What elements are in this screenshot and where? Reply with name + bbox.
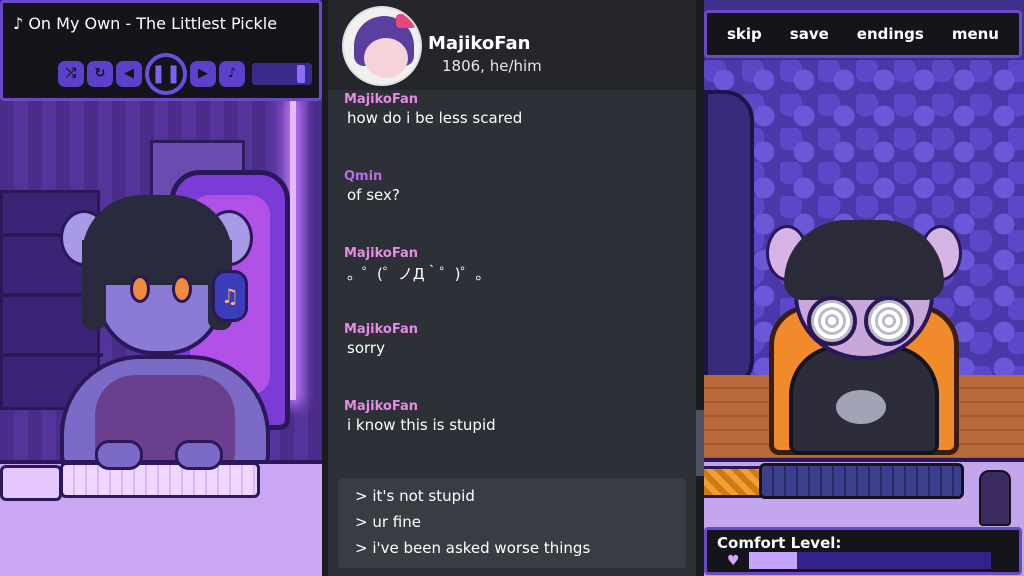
song-title: On My Own - The Littlest Pickle bbox=[28, 14, 278, 33]
shuffle-icon[interactable]: ⤮ bbox=[58, 61, 84, 87]
message-author: Qmin bbox=[344, 169, 383, 184]
skip-button[interactable]: skip bbox=[727, 25, 762, 43]
comfort-bar-fill bbox=[749, 552, 798, 569]
headphones-music-icon: ♫ bbox=[212, 270, 248, 322]
keyboard bbox=[60, 462, 260, 498]
mousepad bbox=[0, 465, 62, 501]
next-icon[interactable]: ▶ bbox=[190, 61, 216, 87]
character-hand-right bbox=[175, 440, 223, 470]
avatar bbox=[342, 6, 422, 86]
spiral-glasses-left bbox=[807, 296, 857, 346]
message-author: MajikoFan bbox=[344, 246, 418, 261]
neon-light bbox=[290, 100, 296, 400]
message-author: MajikoFan bbox=[344, 322, 418, 337]
volume-slider[interactable] bbox=[252, 63, 312, 85]
character-eye-left bbox=[130, 275, 150, 303]
mousepad bbox=[704, 466, 764, 498]
contact-info: 1806, he/him bbox=[442, 57, 542, 75]
chat-header: MajikoFan 1806, he/him bbox=[328, 0, 696, 90]
dialogue-choices: > it's not stupid > ur fine > i've been … bbox=[338, 478, 686, 568]
volume-icon[interactable]: ♪ bbox=[219, 61, 245, 87]
shirt-logo bbox=[836, 390, 886, 424]
message-author: MajikoFan bbox=[344, 399, 418, 414]
game-menu-bar: skip save endings menu bbox=[704, 10, 1022, 58]
mirror-frame bbox=[704, 90, 754, 390]
now-playing: ♪ On My Own - The Littlest Pickle bbox=[13, 14, 277, 33]
character-hair-left bbox=[82, 240, 106, 330]
comfort-meter: Comfort Level: ♥ bbox=[704, 527, 1022, 575]
comfort-label: Comfort Level: bbox=[717, 534, 842, 552]
chat-message: MajikoFan i know this is stupid bbox=[344, 399, 496, 434]
save-button[interactable]: save bbox=[790, 25, 829, 43]
chat-message: MajikoFan 。゜(゜ノД｀゜)゜。 bbox=[344, 246, 490, 284]
message-author: MajikoFan bbox=[344, 92, 418, 107]
contact-name: MajikoFan bbox=[428, 33, 531, 54]
choice-option[interactable]: > i've been asked worse things bbox=[355, 538, 686, 564]
pause-icon[interactable]: ❚❚ bbox=[145, 53, 187, 95]
message-text: sorry bbox=[347, 339, 385, 357]
character-hand-left bbox=[95, 440, 143, 470]
chat-message: MajikoFan sorry bbox=[344, 322, 418, 357]
choice-option[interactable]: > ur fine bbox=[355, 512, 686, 538]
comfort-bar bbox=[749, 552, 991, 569]
music-note-icon: ♪ bbox=[13, 14, 24, 33]
music-player: ♪ On My Own - The Littlest Pickle ⤮ ↻ ◀ … bbox=[0, 0, 322, 101]
keyboard bbox=[759, 463, 964, 499]
heart-icon: ♥ bbox=[727, 553, 740, 569]
figurine bbox=[979, 470, 1011, 526]
spiral-glasses-right bbox=[864, 296, 914, 346]
choice-option[interactable]: > it's not stupid bbox=[355, 486, 686, 512]
right-scene bbox=[704, 0, 1024, 576]
previous-icon[interactable]: ◀ bbox=[116, 61, 142, 87]
player-controls: ⤮ ↻ ◀ ❚❚ ▶ ♪ bbox=[58, 53, 312, 95]
menu-button[interactable]: menu bbox=[952, 25, 999, 43]
message-text: of sex? bbox=[347, 186, 400, 204]
character-eye-right bbox=[172, 275, 192, 303]
chat-scrollbar[interactable] bbox=[696, 0, 704, 576]
scrollbar-thumb[interactable] bbox=[696, 410, 704, 476]
volume-slider-handle[interactable] bbox=[297, 65, 306, 83]
message-text: how do i be less scared bbox=[347, 109, 523, 127]
repeat-icon[interactable]: ↻ bbox=[87, 61, 113, 87]
message-text: i know this is stupid bbox=[347, 416, 496, 434]
chat-window: MajikoFan 1806, he/him MajikoFan how do … bbox=[328, 0, 704, 576]
chat-message: Qmin of sex? bbox=[344, 169, 400, 204]
endings-button[interactable]: endings bbox=[857, 25, 924, 43]
message-text: 。゜(゜ノД｀゜)゜。 bbox=[347, 265, 491, 283]
chat-message: MajikoFan how do i be less scared bbox=[344, 92, 522, 127]
